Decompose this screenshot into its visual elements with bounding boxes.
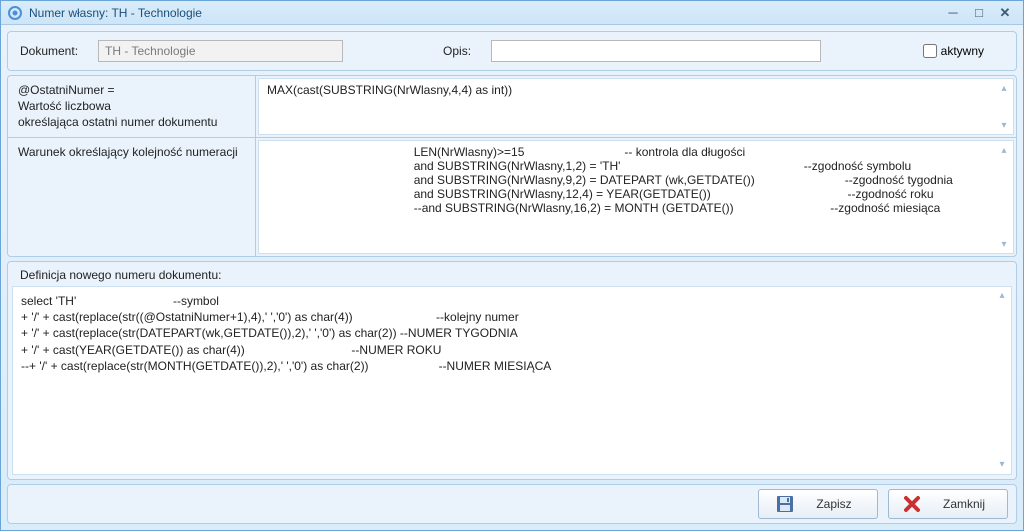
- close-window-button[interactable]: ✕: [993, 4, 1017, 22]
- conditions-panel: @OstatniNumer = Wartość liczbowa określa…: [7, 75, 1017, 257]
- opis-input[interactable]: [491, 40, 821, 62]
- aktywny-checkbox[interactable]: [923, 44, 937, 58]
- close-icon: [901, 493, 923, 515]
- close-button-label: Zamknij: [943, 497, 985, 511]
- definition-content: select 'TH' --symbol + '/' + cast(replac…: [21, 294, 551, 373]
- save-icon: [774, 493, 796, 515]
- definition-heading: Definicja nowego numeru dokumentu:: [10, 264, 1014, 284]
- app-window: Numer własny: TH - Technologie ─ □ ✕ Dok…: [0, 0, 1024, 531]
- close-button[interactable]: Zamknij: [888, 489, 1008, 519]
- warunek-text[interactable]: LEN(NrWlasny)>=15 -- kontrola dla długoś…: [258, 140, 1014, 254]
- warunek-label: Warunek określający kolejność numeracji: [8, 138, 256, 256]
- dokument-field: [98, 40, 343, 62]
- scroll-up-icon[interactable]: ▴: [997, 143, 1011, 157]
- ostatni-numer-label: @OstatniNumer = Wartość liczbowa określa…: [8, 76, 256, 137]
- maximize-button[interactable]: □: [967, 4, 991, 22]
- opis-label: Opis:: [443, 44, 471, 58]
- ostatni-numer-content: MAX(cast(SUBSTRING(NrWlasny,4,4) as int)…: [267, 83, 512, 97]
- footer-bar: Zapisz Zamknij: [7, 484, 1017, 524]
- warunek-row: Warunek określający kolejność numeracji …: [8, 138, 1016, 256]
- save-button-label: Zapisz: [816, 497, 851, 511]
- definition-panel: Definicja nowego numeru dokumentu: selec…: [7, 261, 1017, 480]
- ostatni-numer-row: @OstatniNumer = Wartość liczbowa określa…: [8, 76, 1016, 138]
- dokument-label: Dokument:: [20, 44, 78, 58]
- app-icon: [7, 5, 23, 21]
- ostatni-numer-label-line3: określająca ostatni numer dokumentu: [18, 114, 245, 130]
- definition-text[interactable]: select 'TH' --symbol + '/' + cast(replac…: [12, 286, 1012, 475]
- content-area: Dokument: Opis: aktywny @OstatniNumer = …: [1, 25, 1023, 530]
- scroll-down-icon[interactable]: ▾: [997, 237, 1011, 251]
- window-title: Numer własny: TH - Technologie: [29, 6, 939, 20]
- scroll-down-icon[interactable]: ▾: [997, 118, 1011, 132]
- minimize-button[interactable]: ─: [941, 4, 965, 22]
- header-panel: Dokument: Opis: aktywny: [7, 31, 1017, 71]
- save-button[interactable]: Zapisz: [758, 489, 878, 519]
- scroll-up-icon[interactable]: ▴: [995, 289, 1009, 303]
- warunek-content: LEN(NrWlasny)>=15 -- kontrola dla długoś…: [267, 145, 953, 215]
- scroll-down-icon[interactable]: ▾: [995, 458, 1009, 472]
- ostatni-numer-text[interactable]: MAX(cast(SUBSTRING(NrWlasny,4,4) as int)…: [258, 78, 1014, 135]
- aktywny-label: aktywny: [941, 44, 984, 58]
- titlebar: Numer własny: TH - Technologie ─ □ ✕: [1, 1, 1023, 25]
- ostatni-numer-label-line1: @OstatniNumer =: [18, 82, 245, 98]
- aktywny-checkbox-wrap[interactable]: aktywny: [923, 44, 984, 58]
- ostatni-numer-label-line2: Wartość liczbowa: [18, 98, 245, 114]
- scroll-up-icon[interactable]: ▴: [997, 81, 1011, 95]
